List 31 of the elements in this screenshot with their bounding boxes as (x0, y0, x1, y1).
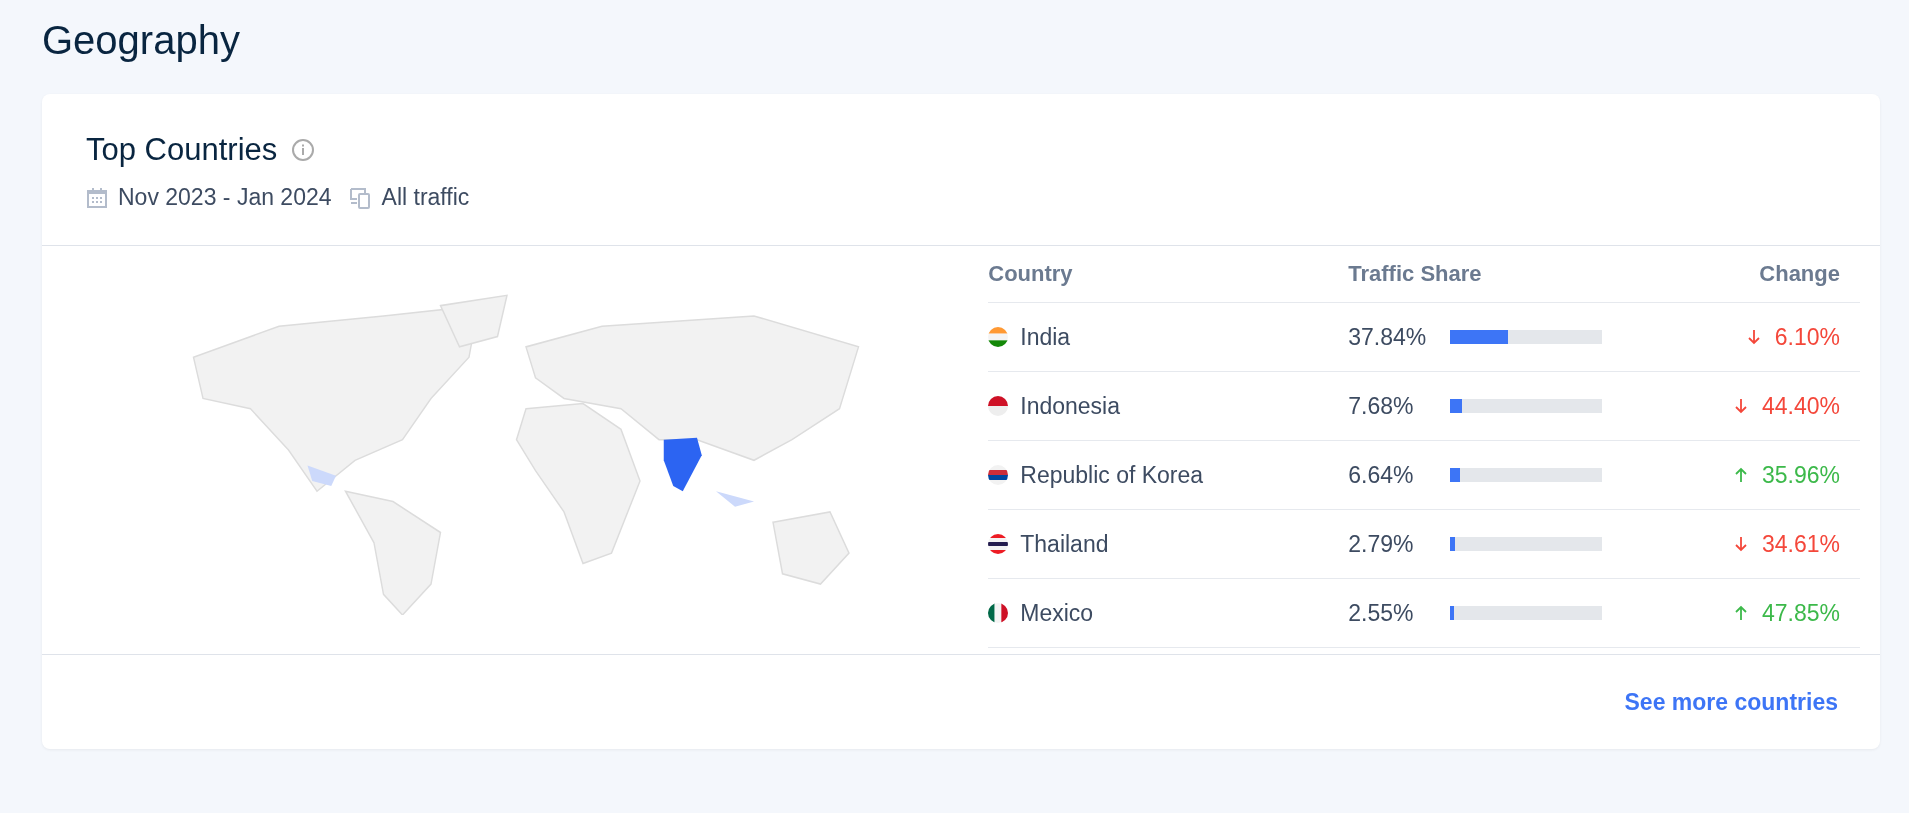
flag-icon (988, 603, 1009, 623)
flag-icon (988, 327, 1009, 347)
traffic-share: 2.55% (1348, 599, 1415, 627)
change-value: 6.10% (1774, 323, 1840, 351)
traffic-share: 6.64% (1348, 461, 1415, 489)
country-name: Republic of Korea (1020, 461, 1204, 489)
flag-icon (988, 465, 1009, 485)
page-title: Geography (42, 17, 241, 64)
devices-icon (347, 185, 372, 210)
country-name: Thailand (1020, 530, 1109, 558)
see-more-link[interactable]: See more countries (1624, 688, 1838, 716)
flag-icon (988, 534, 1009, 554)
traffic-share: 7.68% (1348, 392, 1415, 420)
traffic-share: 37.84% (1348, 323, 1428, 351)
card-title: Top Countries (86, 132, 278, 168)
flag-icon (988, 396, 1009, 416)
country-name: Indonesia (1020, 392, 1120, 420)
change-value: 44.40% (1762, 392, 1840, 420)
traffic-share: 2.79% (1348, 530, 1415, 558)
calendar-icon (86, 186, 108, 209)
column-header: Traffic Share (1348, 261, 1483, 287)
change-value: 35.96% (1762, 461, 1840, 489)
traffic-filter: All traffic (381, 184, 470, 211)
column-header: Country (988, 261, 1074, 287)
info-icon[interactable] (291, 138, 316, 162)
date-range: Nov 2023 - Jan 2024 (118, 184, 332, 211)
country-name: Mexico (1020, 599, 1094, 627)
change-value: 34.61% (1762, 530, 1840, 558)
column-header: Change (1758, 261, 1841, 287)
country-name: India (1020, 323, 1071, 351)
change-value: 47.85% (1762, 599, 1840, 627)
